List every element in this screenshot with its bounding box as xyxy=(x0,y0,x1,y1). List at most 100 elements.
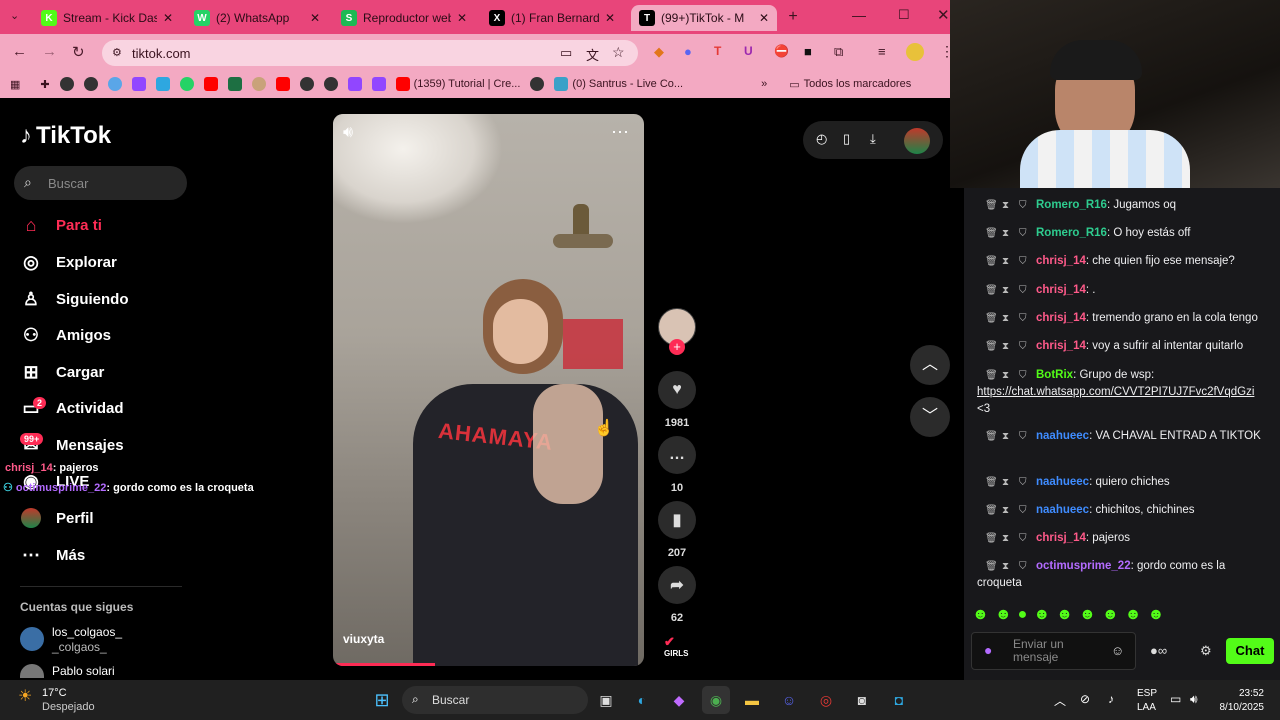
delete-icon[interactable]: 🗑︎ xyxy=(985,428,998,445)
delete-icon[interactable]: 🗑︎ xyxy=(985,225,998,242)
following-account[interactable]: los_colgaos_ xyxy=(52,625,122,639)
translate-icon[interactable]: 文 xyxy=(586,45,599,64)
tab-close-icon[interactable]: ✕ xyxy=(163,11,173,25)
bookmark-puzzle-icon[interactable]: ✚ xyxy=(40,78,49,91)
timeout-icon[interactable]: ⧗ xyxy=(1002,428,1013,445)
following-account[interactable]: Pablo solari xyxy=(52,664,115,678)
delete-icon[interactable]: 🗑︎ xyxy=(985,253,998,270)
timeout-icon[interactable]: ⧗ xyxy=(1002,225,1013,242)
ban-shield-icon[interactable]: ⛉ xyxy=(1019,225,1030,242)
file-explorer-icon[interactable]: ▬ xyxy=(738,686,766,714)
extension-u-icon[interactable]: U xyxy=(744,44,753,58)
ban-shield-icon[interactable]: ⛉ xyxy=(1019,253,1030,270)
chat-username[interactable]: naahueec xyxy=(1036,430,1089,442)
chat-username[interactable]: chrisj_14 xyxy=(1036,284,1086,296)
close-window-button[interactable]: ✕ xyxy=(937,6,950,24)
lang-code[interactable]: ESP xyxy=(1137,688,1157,699)
extension-adblock-icon[interactable]: ⛔ xyxy=(774,44,789,58)
browser-tab[interactable]: K Stream - Kick Dashb ✕ xyxy=(33,5,181,31)
chat-settings-icon[interactable]: ⚙ xyxy=(1200,643,1212,659)
nav-following[interactable]: ♙ Siguiendo xyxy=(20,288,129,310)
ban-shield-icon[interactable]: ⛉ xyxy=(1019,530,1030,547)
obs-icon[interactable]: ◎ xyxy=(812,686,840,714)
browser-tab[interactable]: X (1) Fran Bernard / X ✕ xyxy=(481,5,623,31)
video-player[interactable]: AHAMAYA 🔊︎ ⋯ viuxyta xyxy=(333,114,644,666)
delete-icon[interactable]: 🗑︎ xyxy=(985,367,998,384)
timeout-icon[interactable]: ⧗ xyxy=(1002,310,1013,327)
next-video-button[interactable]: ﹀ xyxy=(910,397,950,437)
chat-link[interactable]: https://chat.whatsapp.com/CVVT2PI7UJ7Fvc… xyxy=(977,384,1272,401)
more-options-icon[interactable]: ⋯ xyxy=(611,122,629,143)
task-view-icon[interactable]: ▣ xyxy=(592,686,620,714)
profile-avatar-icon[interactable] xyxy=(906,43,924,61)
bookmark-star-icon[interactable]: ☆ xyxy=(612,44,625,61)
bookmark-twitch-icon[interactable] xyxy=(131,77,146,91)
bookmark-game-icon[interactable] xyxy=(107,77,122,91)
account-avatar[interactable] xyxy=(20,664,44,678)
browser-tab[interactable]: T (99+)TikTok - M ✕ xyxy=(631,5,777,31)
prev-video-button[interactable]: ︿ xyxy=(910,345,950,385)
delete-icon[interactable]: 🗑︎ xyxy=(985,310,998,327)
chat-username[interactable]: chrisj_14 xyxy=(1036,340,1086,352)
extension-blue-icon[interactable]: ● xyxy=(684,44,692,59)
tab-close-icon[interactable]: ✕ xyxy=(759,11,769,25)
chrome-icon[interactable]: ◉ xyxy=(702,686,730,714)
edge-icon[interactable]: ◐ xyxy=(628,686,656,714)
chat-send-button[interactable]: Chat xyxy=(1226,638,1274,664)
chat-username[interactable]: chrisj_14 xyxy=(1036,255,1086,267)
nav-explore[interactable]: ◎ Explorar xyxy=(20,251,117,273)
cast-icon[interactable]: ▭ xyxy=(560,45,572,61)
video-progress-bar[interactable] xyxy=(333,663,435,666)
bookmark-twitch-icon[interactable] xyxy=(347,77,362,91)
tray-mic-icon[interactable]: ♪ xyxy=(1108,692,1114,706)
maximize-button[interactable]: ☐ xyxy=(898,7,910,23)
media-controls-icon[interactable]: ≡ xyxy=(878,44,886,59)
browser-tab[interactable]: S Reproductor web de ✕ xyxy=(333,5,475,31)
chat-username[interactable]: naahueec xyxy=(1036,476,1089,488)
delete-icon[interactable]: 🗑︎ xyxy=(985,502,998,519)
chat-username[interactable]: chrisj_14 xyxy=(1036,312,1086,324)
tiktok-logo[interactable]: ♪ TikTok xyxy=(20,122,111,150)
tray-chevron-icon[interactable]: ︿ xyxy=(1054,692,1066,709)
speed-icon[interactable]: ◴ xyxy=(816,131,827,147)
tab-close-icon[interactable]: ✕ xyxy=(457,11,467,25)
bookmark-avatar-icon[interactable] xyxy=(251,77,266,91)
ban-shield-icon[interactable]: ⛉ xyxy=(1019,502,1030,519)
bookmark-youtube-icon[interactable] xyxy=(203,77,218,91)
emote-row[interactable]: ☻☻●☻☻☻☻☻☻ xyxy=(972,606,1170,624)
ban-shield-icon[interactable]: ⛉ xyxy=(1019,197,1030,214)
chat-username[interactable]: Romero_R16 xyxy=(1036,227,1107,239)
bookmark-globe-icon[interactable] xyxy=(83,77,98,91)
download-icon[interactable]: ⤓ xyxy=(870,131,876,147)
tray-display-icon[interactable]: ▭ xyxy=(1170,692,1181,706)
delete-icon[interactable]: 🗑︎ xyxy=(985,558,998,575)
bookmark-globe-icon[interactable] xyxy=(299,77,314,91)
discord-icon[interactable]: ☺ xyxy=(775,686,803,714)
comment-action[interactable]: … 10 xyxy=(657,436,697,494)
apps-grid-icon[interactable]: ▦ xyxy=(10,78,20,91)
video-author[interactable]: viuxyta xyxy=(343,632,384,646)
delete-icon[interactable]: 🗑︎ xyxy=(985,197,998,214)
timeout-icon[interactable]: ⧗ xyxy=(1002,282,1013,299)
timeout-icon[interactable]: ⧗ xyxy=(1002,197,1013,214)
copilot-icon[interactable]: ◆ xyxy=(665,686,693,714)
forward-icon[interactable]: → xyxy=(42,43,57,60)
bookmarks-overflow-icon[interactable]: » xyxy=(761,78,767,90)
app-icon[interactable]: ◘ xyxy=(885,686,913,714)
nav-for-you[interactable]: ⌂ Para ti xyxy=(20,214,102,236)
timeout-icon[interactable]: ⧗ xyxy=(1002,253,1013,270)
ban-shield-icon[interactable]: ⛉ xyxy=(1019,558,1030,575)
ban-shield-icon[interactable]: ⛉ xyxy=(1019,474,1030,491)
clock-time[interactable]: 23:52 xyxy=(1232,688,1264,699)
chat-username[interactable]: octimusprime_22 xyxy=(1036,560,1131,572)
tray-volume-icon[interactable]: 🔊︎ xyxy=(1190,692,1198,707)
mic-icon[interactable]: ● xyxy=(984,642,992,658)
windows-start-icon[interactable]: ⊞ xyxy=(368,686,396,714)
nav-more[interactable]: ⋯ Más xyxy=(20,544,85,566)
extensions-puzzle-icon[interactable]: ⧉ xyxy=(834,44,843,60)
ban-shield-icon[interactable]: ⛉ xyxy=(1019,310,1030,327)
share-action[interactable]: ➦ 62 xyxy=(657,566,697,624)
tab-search-icon[interactable]: ⌄ xyxy=(10,9,19,22)
new-tab-button[interactable]: + xyxy=(784,8,802,26)
nav-friends[interactable]: ⚇ Amigos xyxy=(20,324,111,346)
